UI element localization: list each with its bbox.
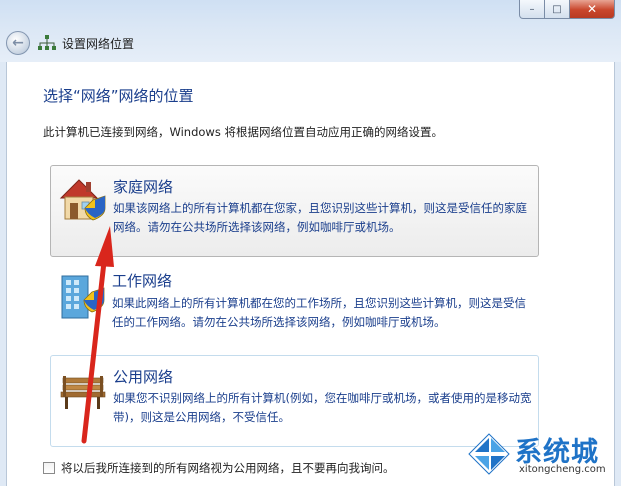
- option-title: 工作网络: [112, 272, 173, 290]
- option-title: 家庭网络: [113, 178, 174, 196]
- content-panel: 选择“网络”网络的位置 此计算机已连接到网络，Windows 将根据网络位置自动…: [6, 62, 615, 486]
- option-home-network[interactable]: 家庭网络 如果该网络上的所有计算机都在您家，且您识别这些计算机，则这是受信任的家…: [50, 165, 539, 257]
- option-work-network[interactable]: 工作网络 如果此网络上的所有计算机都在您的工作场所，且您识别这些计算机，则这是受…: [50, 262, 539, 342]
- option-title: 公用网络: [113, 368, 174, 386]
- watermark-logo-icon: [468, 433, 510, 475]
- option-description: 如果该网络上的所有计算机都在您家，且您识别这些计算机，则这是受信任的家庭网络。请…: [113, 201, 527, 234]
- work-network-icon: [61, 275, 105, 319]
- minimize-button[interactable]: –: [519, 0, 545, 19]
- public-default-checkbox-row[interactable]: 将以后我所连接到的所有网络视为公用网络，且不要再向我询问。: [43, 460, 395, 476]
- option-description: 如果您不识别网络上的所有计算机(例如，您在咖啡厅或机场，或者使用的是移动宽带)，…: [113, 391, 532, 424]
- window-title: 设置网络位置: [62, 37, 135, 51]
- home-network-icon: [59, 179, 106, 221]
- watermark-url: xitongcheng.com: [519, 464, 606, 475]
- maximize-button[interactable]: □: [545, 0, 570, 19]
- page-heading: 选择“网络”网络的位置: [43, 87, 194, 105]
- public-network-icon: [60, 376, 106, 409]
- close-button[interactable]: ✕: [570, 0, 615, 19]
- page-description: 此计算机已连接到网络，Windows 将根据网络位置自动应用正确的网络设置。: [43, 125, 443, 139]
- window-controls: – □ ✕: [519, 0, 615, 20]
- public-default-checkbox[interactable]: [43, 462, 55, 474]
- back-arrow-icon: ←: [12, 35, 24, 51]
- network-icon: [38, 35, 56, 50]
- checkbox-label: 将以后我所连接到的所有网络视为公用网络，且不要再向我询问。: [61, 461, 395, 475]
- back-button[interactable]: ←: [6, 31, 30, 55]
- title-bar: – □ ✕ ← 设置网络位置: [0, 0, 621, 62]
- watermark: 系统城 xitongcheng.com: [465, 428, 615, 480]
- option-description: 如果此网络上的所有计算机都在您的工作场所，且您识别这些计算机，则这是受信任的工作…: [112, 296, 526, 329]
